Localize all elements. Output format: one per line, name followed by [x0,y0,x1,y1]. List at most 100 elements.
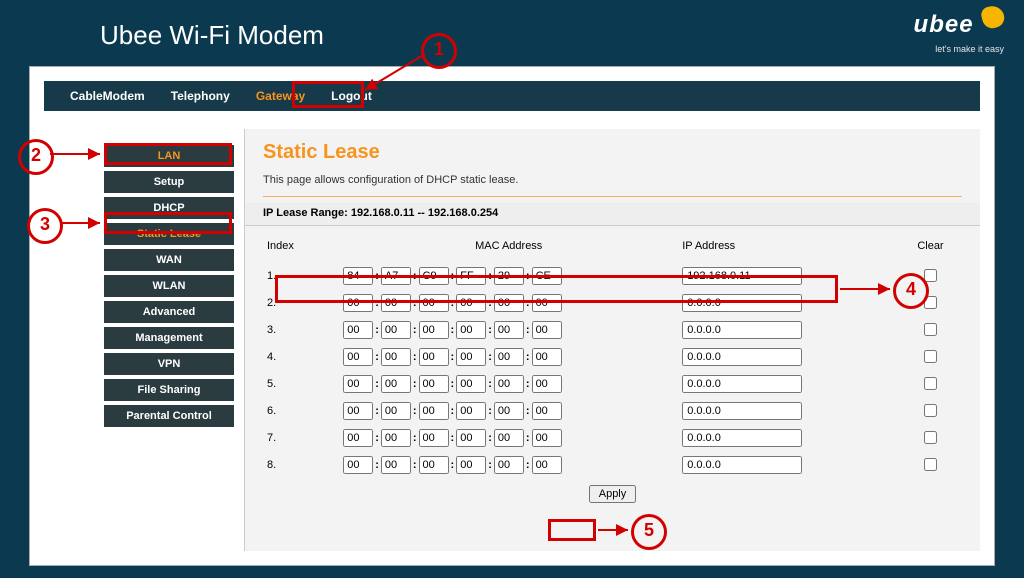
apply-wrap: Apply [263,484,962,503]
table-row: 2.::::: [263,289,962,316]
mac-octet[interactable] [381,321,411,339]
sidebar-item-wlan[interactable]: WLAN [104,275,234,297]
ip-input[interactable] [682,375,802,393]
ip-cell [678,262,899,289]
mac-octet[interactable] [381,375,411,393]
table-row: 5.::::: [263,370,962,397]
mac-octet[interactable] [419,375,449,393]
row-index: 7. [263,424,339,451]
nav-logout[interactable]: Logout [331,81,372,111]
mac-octet[interactable] [419,267,449,285]
sep: : [488,324,492,336]
sidebar-item-management[interactable]: Management [104,327,234,349]
sidebar-item-advanced[interactable]: Advanced [104,301,234,323]
sidebar-item-vpn[interactable]: VPN [104,353,234,375]
ip-input[interactable] [682,348,802,366]
nav-telephony[interactable]: Telephony [171,81,230,111]
mac-octet[interactable] [456,294,486,312]
mac-octet[interactable] [381,402,411,420]
sep: : [375,378,379,390]
sidebar-item-lan[interactable]: LAN [104,145,234,167]
clear-checkbox[interactable] [924,458,937,471]
mac-octet[interactable] [381,294,411,312]
mac-octet[interactable] [343,348,373,366]
apply-button[interactable]: Apply [589,485,637,503]
sep: : [488,405,492,417]
mac-octet[interactable] [532,321,562,339]
mac-octet[interactable] [532,294,562,312]
page-description: This page allows configuration of DHCP s… [263,174,962,197]
mac-octet[interactable] [494,429,524,447]
ip-input[interactable] [682,429,802,447]
mac-octet[interactable] [419,321,449,339]
mac-octet[interactable] [456,429,486,447]
sidebar-item-static-lease[interactable]: Static Lease [104,223,234,245]
mac-octet[interactable] [456,402,486,420]
nav-cablemodem[interactable]: CableModem [70,81,145,111]
mac-octet[interactable] [494,321,524,339]
sep: : [451,297,455,309]
clear-checkbox[interactable] [924,404,937,417]
mac-octet[interactable] [494,294,524,312]
brand-tagline: let's make it easy [935,44,1004,54]
sep: : [451,432,455,444]
mac-octet[interactable] [456,348,486,366]
mac-octet[interactable] [381,429,411,447]
mac-octet[interactable] [381,267,411,285]
sep: : [526,351,530,363]
mac-octet[interactable] [343,429,373,447]
mac-octet[interactable] [419,456,449,474]
mac-octet[interactable] [532,429,562,447]
nav-gateway[interactable]: Gateway [256,81,305,111]
mac-octet[interactable] [419,402,449,420]
sidebar-item-setup[interactable]: Setup [104,171,234,193]
mac-octet[interactable] [532,456,562,474]
mac-octet[interactable] [494,456,524,474]
mac-octet[interactable] [456,375,486,393]
mac-octet[interactable] [419,429,449,447]
mac-octet[interactable] [343,267,373,285]
mac-octet[interactable] [456,321,486,339]
sidebar-item-dhcp[interactable]: DHCP [104,197,234,219]
mac-octet[interactable] [381,348,411,366]
mac-octet[interactable] [532,267,562,285]
ip-input[interactable] [682,294,802,312]
col-mac: MAC Address [339,236,678,262]
sep: : [451,459,455,471]
mac-octet[interactable] [343,294,373,312]
ip-input[interactable] [682,402,802,420]
mac-octet[interactable] [532,402,562,420]
mac-octet[interactable] [343,402,373,420]
mac-octet[interactable] [456,456,486,474]
mac-octet[interactable] [419,294,449,312]
ip-input[interactable] [682,321,802,339]
main-panel: CableModem Telephony Gateway Logout LAN Setu… [29,66,995,566]
clear-checkbox[interactable] [924,431,937,444]
clear-checkbox[interactable] [924,350,937,363]
clear-checkbox[interactable] [924,296,937,309]
sidebar-item-file-sharing[interactable]: File Sharing [104,379,234,401]
mac-octet[interactable] [494,267,524,285]
clear-cell [899,316,962,343]
sidebar-item-parental-control[interactable]: Parental Control [104,405,234,427]
mac-octet[interactable] [532,375,562,393]
mac-octet[interactable] [532,348,562,366]
clear-checkbox[interactable] [924,269,937,282]
mac-octet[interactable] [419,348,449,366]
sidebar-item-wan[interactable]: WAN [104,249,234,271]
mac-octet[interactable] [494,348,524,366]
sep: : [413,405,417,417]
mac-octet[interactable] [343,321,373,339]
mac-octet[interactable] [494,375,524,393]
sep: : [375,324,379,336]
ip-input[interactable] [682,456,802,474]
clear-checkbox[interactable] [924,377,937,390]
mac-octet[interactable] [494,402,524,420]
mac-octet[interactable] [381,456,411,474]
mac-octet[interactable] [456,267,486,285]
clear-checkbox[interactable] [924,323,937,336]
ip-input[interactable] [682,267,802,285]
col-index: Index [263,236,339,262]
mac-octet[interactable] [343,375,373,393]
mac-octet[interactable] [343,456,373,474]
